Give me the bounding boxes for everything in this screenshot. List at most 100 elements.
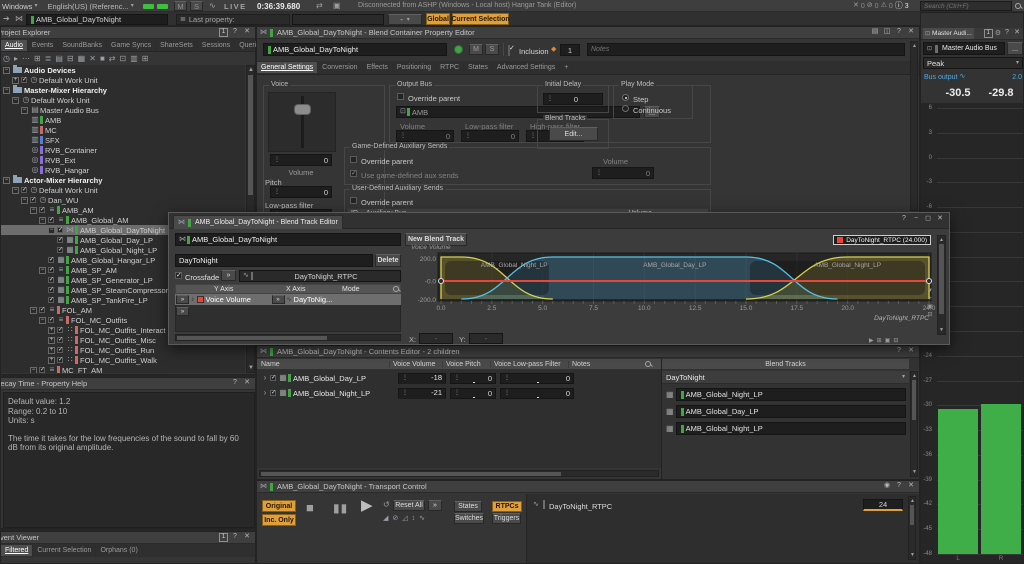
include-checkbox[interactable] — [57, 237, 63, 243]
play-cursor-icon[interactable]: ▶ — [869, 337, 874, 344]
blend-track-item-field[interactable]: AMB_Global_Day_LP — [676, 405, 906, 418]
tree-item[interactable]: −Actor-Mixer Hierarchy — [1, 175, 245, 185]
explorer-toolbar-icon[interactable]: ▸ — [14, 55, 18, 63]
close-icon[interactable]: ✕ — [242, 379, 252, 388]
project-explorer-titlebar[interactable]: Project Explorer 1 ? ✕ — [1, 27, 255, 39]
property-editor-titlebar[interactable]: ⋈ AMB_Global_DayToNight - Blend Containe… — [257, 27, 919, 39]
voice-lpf-field[interactable]: ⋮0 — [500, 373, 574, 384]
crossfade-rtpc-field[interactable]: ∿ DayToNight_RTPC — [239, 270, 401, 282]
blend-track-item-field[interactable]: AMB_Global_Night_LP — [676, 388, 906, 401]
explorer-toolbar-icon[interactable]: ⇄ — [109, 55, 116, 63]
include-checkbox[interactable] — [57, 357, 63, 363]
column-notes[interactable]: Notes — [568, 361, 644, 368]
game-aux-volume-field[interactable]: ⋮ 0 — [592, 167, 654, 179]
collapse-icon[interactable]: − — [21, 197, 28, 204]
messages-icon[interactable]: ⓘ — [895, 2, 903, 10]
pin-icon[interactable]: ◉ — [882, 482, 892, 491]
explorer-toolbar-icon[interactable]: ▥ — [130, 55, 138, 63]
x-axis-value[interactable]: DayToNig... — [294, 295, 333, 304]
close-icon[interactable]: ✕ — [242, 533, 252, 542]
explorer-toolbar-icon[interactable]: ⊟ — [67, 55, 74, 63]
reset-expand-button[interactable]: » — [428, 500, 442, 511]
explorer-toolbar-icon[interactable]: ◷ — [3, 55, 10, 63]
tab-triggers[interactable]: Triggers — [492, 513, 521, 524]
object-name-field[interactable]: AMB_Global_DayToNight — [263, 43, 447, 56]
y-axis-value[interactable]: Voice Volume — [206, 295, 270, 304]
inc-only-button[interactable]: Inc. Only — [262, 514, 296, 526]
tree-item[interactable]: ▥AMB — [1, 115, 245, 125]
language-selector[interactable]: English(US) (Referenc... — [47, 2, 128, 11]
row-expand-button[interactable]: » — [176, 307, 189, 316]
voice-pitch-field[interactable]: ⋮ 0 — [270, 186, 332, 198]
tree-item[interactable]: ◎RVB_Container — [1, 145, 245, 155]
contents-row[interactable]: ›▦AMB_Global_Day_LP⋮-18⋮0⋮0 — [257, 371, 661, 385]
play-mode-continuous-radio[interactable] — [622, 105, 629, 112]
column-y-axis[interactable]: Y Axis — [214, 286, 286, 293]
include-checkbox[interactable] — [48, 257, 54, 263]
layout-badge[interactable]: 1 — [219, 533, 228, 542]
help-icon[interactable]: ? — [899, 215, 909, 224]
bus-volume-field[interactable]: ⋮ 0 — [396, 130, 454, 142]
rtpc-scrollbar[interactable]: ▲ ▼ — [908, 496, 916, 560]
collapse-icon[interactable]: − — [12, 187, 19, 194]
tree-item[interactable]: ◎RVB_Hangar — [1, 165, 245, 175]
profiler-waveform-icon[interactable]: ∿ — [209, 2, 216, 10]
collapse-icon[interactable]: − — [3, 87, 10, 94]
failures-icon[interactable]: ⊘ — [867, 2, 873, 10]
tab-sessions[interactable]: Sessions — [198, 40, 235, 51]
bus-lpf-field[interactable]: ⋮ 0 — [461, 130, 519, 142]
include-checkbox[interactable] — [39, 307, 45, 313]
column-name[interactable]: Name — [261, 361, 389, 368]
help-icon[interactable]: ? — [894, 28, 904, 37]
include-checkbox[interactable] — [57, 347, 63, 353]
object-color-indicator[interactable] — [454, 45, 463, 54]
help-icon[interactable]: ? — [894, 347, 904, 356]
zoom-fit-icon[interactable]: ▣ — [885, 337, 891, 344]
include-checkbox[interactable] — [21, 187, 27, 193]
reset-icon[interactable]: ↺ — [383, 501, 390, 509]
blend-table-hscrollbar[interactable] — [175, 334, 401, 341]
collapse-icon[interactable]: − — [39, 267, 46, 274]
tab--[interactable]: + — [560, 62, 573, 73]
voice-volume-field[interactable]: ⋮ 0 — [270, 154, 332, 166]
collapse-icon[interactable]: − — [48, 227, 55, 234]
remote-platform-icon[interactable]: ▣ — [333, 2, 341, 10]
voice-volume-field[interactable]: ⋮-18 — [398, 373, 446, 384]
tree-item[interactable]: +◷Default Work Unit — [1, 75, 245, 85]
search-input[interactable] — [920, 1, 1012, 11]
event-viewer-titlebar[interactable]: Event Viewer 1 ? ✕ — [1, 532, 255, 544]
platform-selector[interactable]: Windows — [2, 2, 32, 11]
contents-hscrollbar[interactable] — [259, 470, 659, 477]
row-expand-button[interactable]: » — [272, 295, 285, 304]
expand-icon[interactable]: + — [48, 337, 55, 344]
voice-pitch-field[interactable]: ⋮0 — [450, 388, 496, 399]
close-icon[interactable]: ✕ — [906, 28, 916, 37]
current-object-field[interactable]: AMB_Global_DayToNight — [26, 14, 168, 25]
tree-item[interactable]: ◎RVB_Ext — [1, 155, 245, 165]
tab-general-settings[interactable]: General Settings — [257, 62, 318, 73]
transport-mini-icon[interactable]: ↕ — [412, 515, 416, 523]
original-button[interactable]: Original — [262, 500, 296, 512]
explorer-toolbar-icon[interactable]: ⊞ — [34, 55, 41, 63]
layout-icon[interactable]: ▤ — [870, 28, 880, 37]
collapse-icon[interactable]: − — [21, 107, 28, 114]
tree-item[interactable]: −Audio Devices — [1, 65, 245, 75]
current-selection-button[interactable]: Current Selection — [452, 13, 509, 25]
tree-item[interactable]: −▤Master Audio Bus — [1, 105, 245, 115]
include-checkbox[interactable] — [21, 77, 27, 83]
column-voice-pitch[interactable]: Voice Pitch — [442, 361, 490, 368]
row-expand-button[interactable]: » — [176, 295, 189, 304]
blend-tracks-scrollbar[interactable]: ▲ ▼ — [910, 371, 918, 477]
column-voice-lpf[interactable]: Voice Low-pass Filter — [490, 361, 568, 368]
master-mute-button[interactable]: M — [174, 1, 187, 11]
include-checkbox[interactable] — [57, 227, 63, 233]
include-checkbox[interactable] — [270, 375, 276, 381]
inclusion-checkbox[interactable] — [508, 45, 510, 56]
warnings-icon[interactable]: ⚠ — [881, 2, 887, 10]
layout-badge[interactable]: 1 — [219, 28, 228, 37]
include-checkbox[interactable] — [57, 337, 63, 343]
close-icon[interactable]: ✕ — [935, 215, 945, 224]
property-value-field[interactable] — [292, 14, 384, 25]
include-checkbox[interactable] — [48, 217, 54, 223]
include-checkbox[interactable] — [57, 327, 63, 333]
